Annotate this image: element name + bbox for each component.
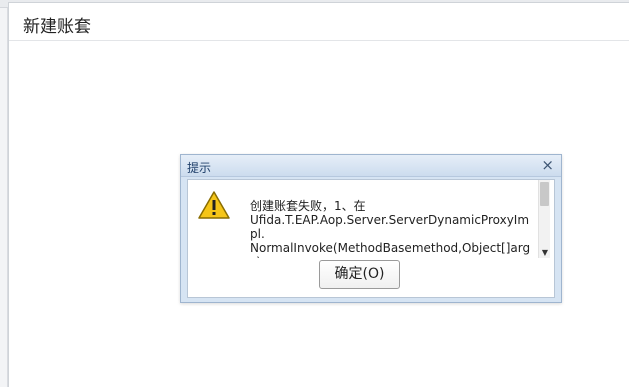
dialog-title: 提示 — [187, 161, 212, 175]
message-scrollbar[interactable]: ▼ — [538, 180, 550, 258]
scroll-thumb[interactable] — [540, 182, 549, 206]
ok-button[interactable]: 确定(O) — [319, 260, 400, 289]
error-message: 创建账套失败，1、在 Ufida.T.EAP.Aop.Server.Server… — [250, 199, 531, 258]
scroll-down-icon[interactable]: ▼ — [540, 249, 550, 257]
window-title: 新建账套 — [23, 17, 91, 37]
dialog-body: 创建账套失败，1、在 Ufida.T.EAP.Aop.Server.Server… — [187, 179, 555, 298]
background-left-panel — [0, 8, 8, 387]
warning-icon — [198, 191, 230, 219]
close-icon[interactable]: × — [541, 156, 554, 174]
message-area[interactable]: 创建账套失败，1、在 Ufida.T.EAP.Aop.Server.Server… — [244, 180, 550, 258]
window-header: 新建账套 — [9, 3, 629, 41]
message-dialog: 提示 × 创建账套失败，1、在 Ufida.T.EAP.Aop.Server.S… — [180, 154, 562, 303]
dialog-titlebar[interactable]: 提示 × — [181, 155, 561, 177]
